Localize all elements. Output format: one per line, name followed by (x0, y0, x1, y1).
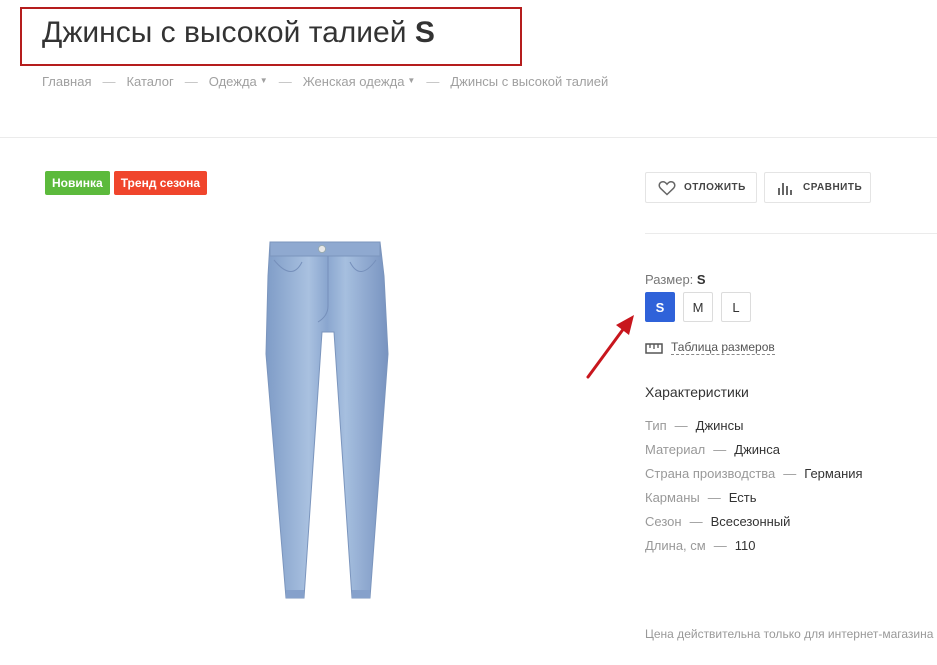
characteristic-row: Длина, см — 110 (645, 538, 863, 562)
characteristic-row: Страна производства — Германия (645, 466, 863, 490)
size-option-s[interactable]: S (645, 292, 675, 322)
characteristic-name: Сезон (645, 514, 682, 529)
product-image[interactable] (258, 236, 398, 604)
characteristic-value: Джинсы (695, 418, 744, 433)
size-option-l[interactable]: L (721, 292, 751, 322)
badge-new: Новинка (45, 171, 110, 195)
breadcrumb-item-catalog[interactable]: Каталог (126, 74, 173, 89)
page-title: Джинсы с высокой талией S (42, 16, 435, 50)
defer-label: ОТЛОЖИТЬ (684, 182, 746, 193)
breadcrumb-item-womens-clothing[interactable]: Женская одежда (303, 74, 405, 89)
breadcrumb: Главная — Каталог — Одежда ▼ — Женская о… (42, 74, 608, 89)
characteristic-row: Материал — Джинса (645, 442, 863, 466)
size-selector: S M L (645, 292, 751, 322)
characteristic-value: Джинса (734, 442, 780, 457)
breadcrumb-item-home[interactable]: Главная (42, 74, 91, 89)
characteristic-separator: — (689, 514, 703, 529)
size-selected-value: S (696, 272, 706, 287)
characteristic-separator: — (783, 466, 797, 481)
badge-trend: Тренд сезона (113, 171, 208, 195)
characteristic-separator: — (713, 442, 727, 457)
size-table-link[interactable]: Таблица размеров (645, 340, 775, 355)
size-table-label: Таблица размеров (671, 340, 775, 355)
characteristic-row: Карманы — Есть (645, 490, 863, 514)
characteristic-separator: — (713, 538, 727, 553)
page-title-text: Джинсы с высокой талией (42, 16, 407, 49)
characteristic-name: Длина, см (645, 538, 706, 553)
characteristics-title: Характеристики (645, 384, 749, 400)
size-label-text: Размер: (645, 272, 694, 287)
characteristic-name: Материал (645, 442, 706, 457)
breadcrumb-item-current: Джинсы с высокой талией (450, 74, 609, 89)
characteristic-name: Страна производства (645, 466, 776, 481)
characteristic-separator: — (707, 490, 721, 505)
heart-icon (658, 180, 676, 196)
characteristic-row: Тип — Джинсы (645, 418, 863, 442)
size-label: Размер: S (645, 272, 706, 287)
characteristic-value: Есть (728, 490, 757, 505)
characteristic-row: Сезон — Всесезонный (645, 514, 863, 538)
compare-button[interactable]: СРАВНИТЬ (764, 172, 871, 203)
product-badges: Новинка Тренд сезона (45, 171, 208, 195)
characteristic-separator: — (674, 418, 688, 433)
characteristic-value: Всесезонный (710, 514, 791, 529)
defer-button[interactable]: ОТЛОЖИТЬ (645, 172, 757, 203)
bar-chart-icon (778, 182, 792, 195)
characteristic-name: Тип (645, 418, 667, 433)
characteristic-name: Карманы (645, 490, 700, 505)
characteristic-value: Германия (804, 466, 863, 481)
page-title-size: S (414, 16, 435, 49)
breadcrumb-separator: — (426, 74, 440, 89)
size-option-m[interactable]: M (683, 292, 713, 322)
actions-divider (645, 233, 937, 234)
breadcrumb-separator: — (102, 74, 116, 89)
ruler-icon (645, 342, 663, 354)
caret-down-icon[interactable]: ▼ (407, 76, 415, 85)
header-divider (0, 137, 937, 138)
characteristics-list: Тип — Джинсы Материал — Джинса Страна произв… (645, 418, 863, 562)
breadcrumb-separator: — (278, 74, 292, 89)
breadcrumb-separator: — (184, 74, 198, 89)
characteristic-value: 110 (734, 538, 756, 553)
breadcrumb-item-clothing[interactable]: Одежда (209, 74, 257, 89)
compare-label: СРАВНИТЬ (803, 182, 863, 193)
price-note: Цена действительна только для интернет-м… (645, 627, 934, 641)
caret-down-icon[interactable]: ▼ (260, 76, 268, 85)
annotation-arrow (586, 315, 634, 379)
